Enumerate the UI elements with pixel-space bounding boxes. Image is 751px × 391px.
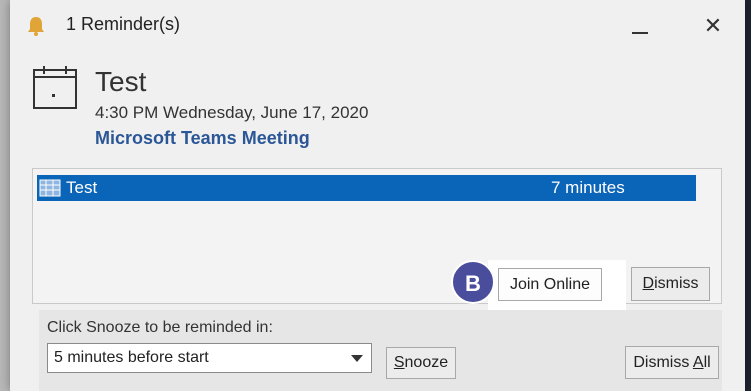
snooze-label: Click Snooze to be reminded in: [47, 319, 273, 336]
reminder-subject: Test [95, 66, 147, 97]
reminder-window: 1 Reminder(s) ✕ Test 4:30 PM Wednesday, … [10, 0, 745, 391]
dismiss-accel-key: D [642, 275, 655, 292]
close-button[interactable]: ✕ [693, 8, 733, 44]
bell-icon [28, 17, 44, 36]
dismiss-all-prefix: Dismiss [633, 354, 693, 371]
dismiss-all-rest: ll [703, 354, 711, 371]
dropdown-arrow-icon [351, 355, 363, 362]
appointment-icon [39, 179, 61, 197]
join-online-button[interactable]: Join Online [498, 268, 602, 301]
close-icon: ✕ [703, 13, 723, 38]
window-title: 1 Reminder(s) [66, 14, 181, 34]
minimize-button[interactable] [620, 8, 660, 44]
dismiss-button[interactable]: Dismiss [631, 267, 710, 301]
row-subject: Test [66, 178, 98, 197]
title-bar: 1 Reminder(s) ✕ [10, 0, 745, 48]
snooze-label-text: nooze [404, 354, 449, 371]
minimize-icon [632, 32, 648, 34]
snooze-button[interactable]: Snooze [386, 347, 456, 379]
dismiss-label: ismiss [654, 275, 699, 292]
callout-badge: B [451, 260, 495, 304]
list-item[interactable]: Test 7 minutes [37, 175, 696, 201]
background-edge [744, 0, 751, 391]
snooze-accel-key: S [393, 354, 405, 371]
snooze-panel: Click Snooze to be reminded in: 5 minute… [39, 310, 722, 391]
dismiss-all-accel-key: A [692, 354, 704, 371]
row-due-in: 7 minutes [551, 178, 625, 197]
meeting-location-link[interactable]: Microsoft Teams Meeting [95, 128, 310, 149]
calendar-icon [33, 66, 77, 109]
snooze-selected-value: 5 minutes before start [54, 349, 209, 366]
dismiss-all-button[interactable]: Dismiss All [625, 346, 719, 379]
snooze-dropdown[interactable]: 5 minutes before start [47, 343, 372, 373]
reminder-datetime: 4:30 PM Wednesday, June 17, 2020 [95, 103, 369, 122]
